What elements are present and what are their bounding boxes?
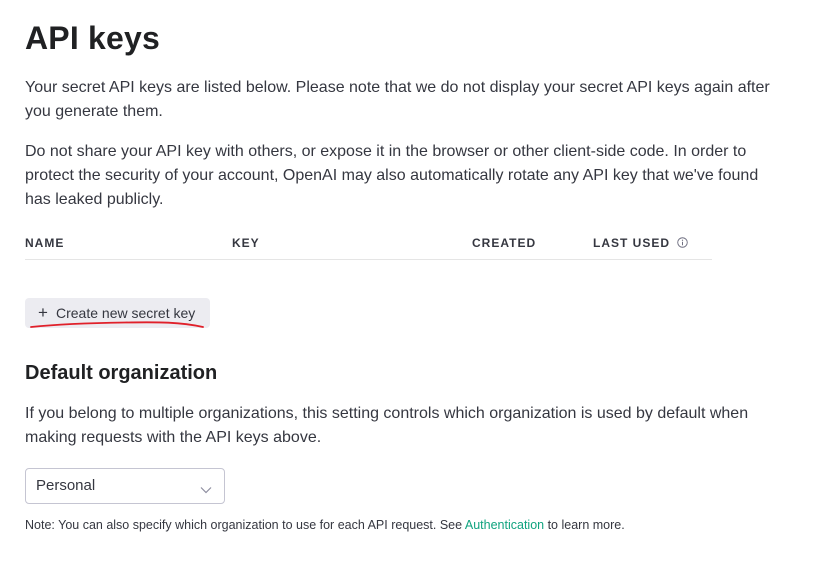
- organization-note: Note: You can also specify which organiz…: [25, 517, 625, 533]
- intro-paragraph-1: Your secret API keys are listed below. P…: [25, 79, 770, 120]
- authentication-link[interactable]: Authentication: [465, 518, 544, 532]
- intro-paragraph-2: Do not share your API key with others, o…: [25, 143, 759, 208]
- column-header-last-used-label: LAST USED: [593, 236, 671, 250]
- api-keys-table: NAME KEY CREATED LAST USED: [25, 232, 712, 260]
- column-header-last-used: LAST USED: [593, 236, 689, 251]
- column-header-key: KEY: [232, 236, 260, 250]
- info-icon[interactable]: [677, 237, 689, 251]
- chevron-down-icon: [200, 481, 212, 499]
- default-organization-title: Default organization: [25, 362, 218, 384]
- organization-select-value: Personal: [36, 477, 96, 494]
- page-title: API keys: [25, 20, 161, 56]
- note-prefix: Note: You can also specify which organiz…: [25, 518, 465, 532]
- red-annotation-underline: [30, 321, 204, 328]
- note-suffix: to learn more.: [544, 518, 625, 532]
- default-organization-description: If you belong to multiple organizations,…: [25, 405, 749, 446]
- organization-select[interactable]: Personal: [25, 468, 225, 504]
- column-header-created: CREATED: [472, 236, 537, 250]
- column-header-name: NAME: [25, 236, 65, 250]
